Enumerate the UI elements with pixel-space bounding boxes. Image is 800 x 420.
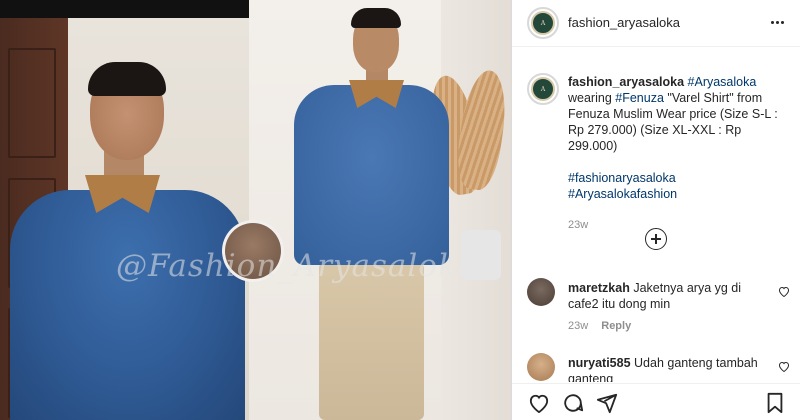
avatar[interactable] — [527, 353, 555, 381]
photo-left-panel — [0, 0, 249, 420]
post-window: @Fashion_Aryasaloka A fashion_aryasaloka… — [0, 0, 800, 420]
load-more-comments-icon[interactable] — [645, 228, 667, 250]
comments-scroll-area[interactable]: A fashion_aryasaloka #Aryasaloka wearing… — [512, 48, 800, 382]
bookmark-icon[interactable] — [764, 392, 786, 414]
avatar[interactable] — [527, 278, 555, 306]
comment-timestamp[interactable]: 23w — [568, 320, 588, 332]
photo-right-panel — [249, 0, 511, 420]
send-icon[interactable] — [596, 392, 618, 414]
avatar[interactable]: A — [527, 7, 559, 39]
hashtag-link[interactable]: #Fenuza — [615, 91, 664, 105]
watermark-text: @Fashion_Aryasaloka — [116, 248, 478, 284]
post-image[interactable]: @Fashion_Aryasaloka — [0, 0, 511, 420]
caption-hashtags: #fashionaryasaloka #Aryasalokafashion — [568, 170, 793, 202]
caption-timestamp[interactable]: 23w — [568, 219, 588, 231]
comment-text: nuryati585 Udah ganteng tambah ganteng — [568, 356, 758, 382]
comment-icon[interactable] — [562, 392, 584, 414]
caption-username[interactable]: fashion_aryasaloka — [568, 75, 684, 89]
comment-meta: 23w Reply — [568, 320, 631, 332]
more-options-icon[interactable] — [765, 10, 789, 34]
heart-icon[interactable] — [778, 361, 790, 375]
heart-icon[interactable] — [778, 286, 790, 300]
header-username[interactable]: fashion_aryasaloka — [568, 15, 680, 30]
denim-shirt — [294, 85, 449, 265]
post-sidebar: A fashion_aryasaloka A fashion_aryasalok… — [511, 0, 800, 420]
denim-shirt — [10, 190, 245, 420]
comment-text: maretzkah Jaketnya arya yg di cafe2 itu … — [568, 281, 742, 311]
caption-avatar[interactable]: A — [527, 73, 559, 105]
comment-username[interactable]: nuryati585 — [568, 356, 631, 370]
hashtag-link[interactable]: #Aryasaloka — [688, 75, 757, 89]
khaki-pants — [319, 262, 424, 420]
heart-icon[interactable] — [528, 392, 550, 414]
post-header: A fashion_aryasaloka — [512, 0, 800, 47]
caption-text: fashion_aryasaloka #Aryasaloka wearing #… — [568, 74, 793, 202]
comment-username[interactable]: maretzkah — [568, 281, 630, 295]
hashtag-link[interactable]: #Aryasalokafashion — [568, 186, 793, 202]
hashtag-link[interactable]: #fashionaryasaloka — [568, 170, 793, 186]
reply-button[interactable]: Reply — [601, 320, 631, 332]
black-bar — [0, 0, 249, 18]
action-bar — [512, 383, 800, 420]
